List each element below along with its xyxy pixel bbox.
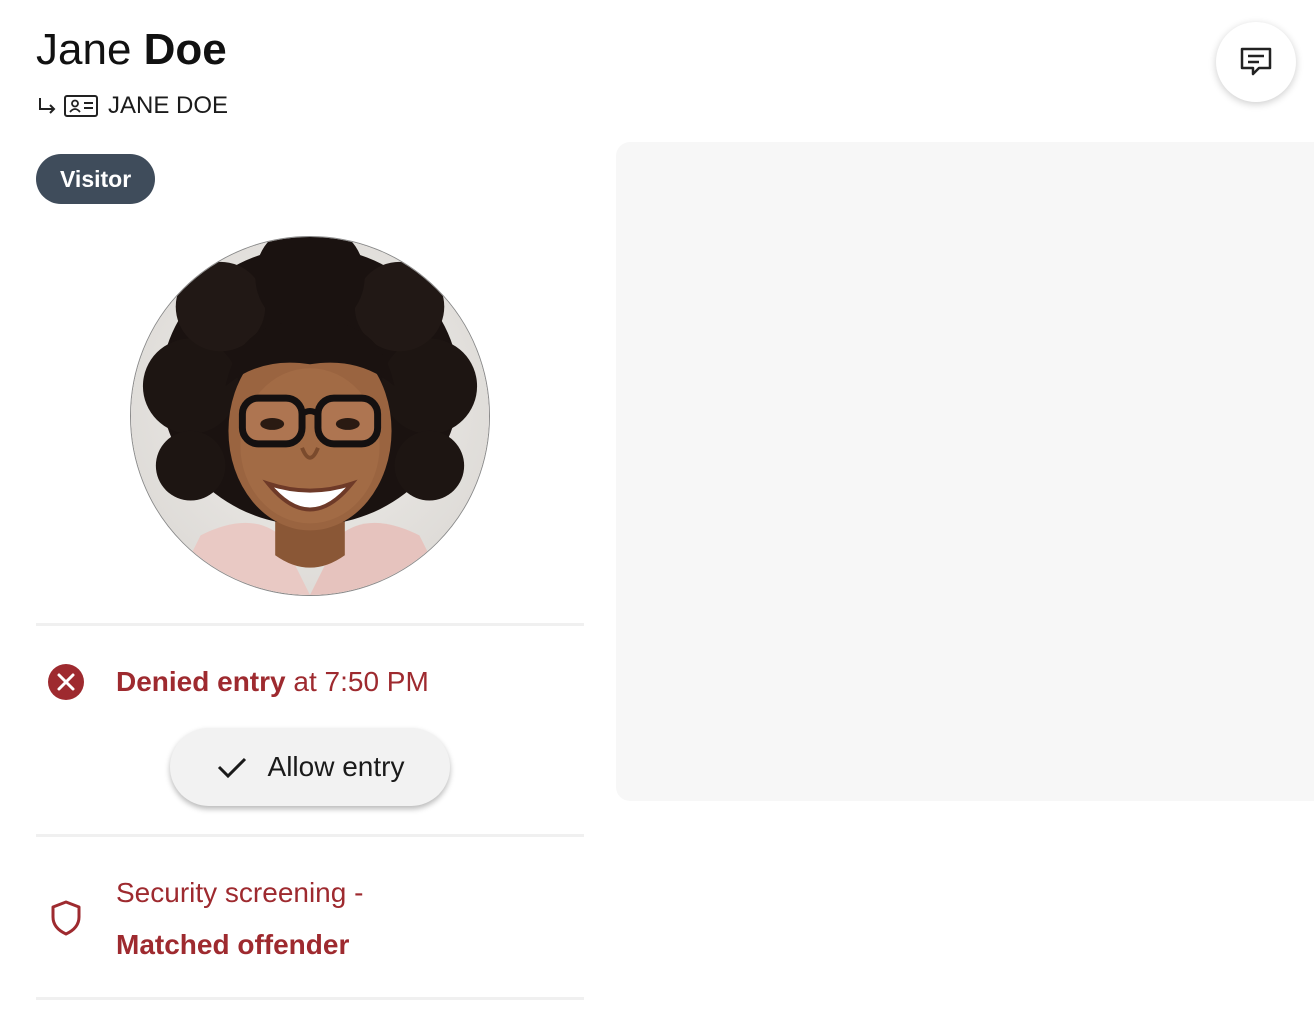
entry-status-row: Denied entry at 7:50 PM	[36, 656, 584, 708]
last-name: Doe	[143, 25, 227, 74]
entry-status-label: Denied entry	[116, 666, 286, 697]
chat-message-icon	[1240, 47, 1272, 76]
id-document-row: JANE DOE	[36, 88, 228, 124]
avatar	[130, 236, 490, 596]
return-arrow-icon	[39, 98, 56, 114]
role-badge: Visitor	[36, 154, 156, 204]
entry-status-time: at 7:50 PM	[293, 666, 429, 697]
checkmark-icon	[217, 757, 246, 779]
chat-button[interactable]	[1216, 22, 1296, 102]
security-screening-label: Security screening -	[116, 877, 364, 908]
section-divider	[36, 997, 584, 1000]
id-card-icon	[64, 95, 98, 117]
x-circle-icon	[48, 664, 84, 700]
detail-panel	[616, 142, 1314, 801]
section-divider	[36, 623, 584, 626]
security-screening-result: Matched offender	[116, 929, 350, 960]
first-name: Jane	[36, 25, 132, 74]
allow-entry-label: Allow entry	[267, 751, 405, 782]
entry-status-text: Denied entry at 7:50 PM	[116, 664, 429, 700]
shield-icon	[51, 900, 81, 936]
visitor-detail-page: Jane Doe JANE DOE Visitor Denied entry a…	[0, 0, 1314, 1018]
security-screening-row: Security screening - Matched offender	[36, 870, 584, 970]
section-divider	[36, 834, 584, 837]
visitor-name-title: Jane Doe	[36, 22, 227, 78]
avatar-photo	[131, 237, 489, 595]
id-document-name: JANE DOE	[108, 92, 229, 119]
allow-entry-button[interactable]: Allow entry	[170, 728, 450, 806]
